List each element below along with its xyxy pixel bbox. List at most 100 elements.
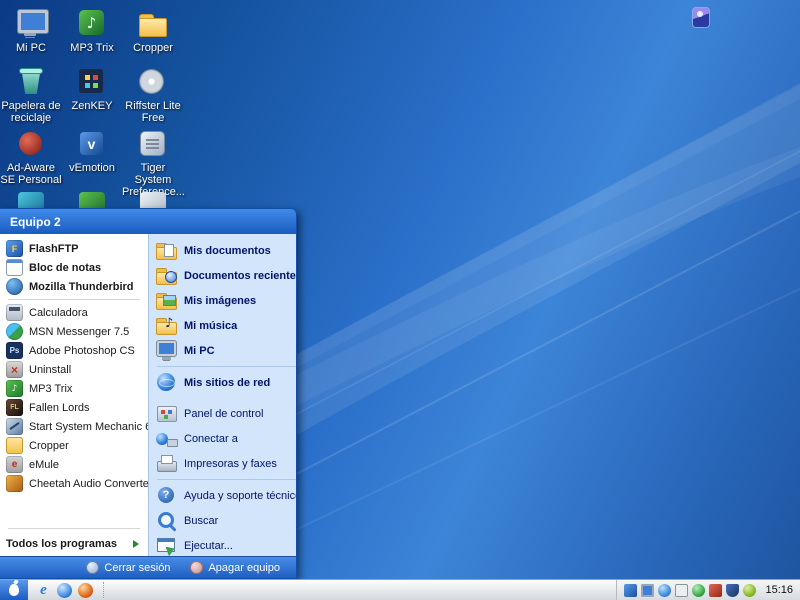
startmenu-item-flashftp[interactable]: FlashFTP [0, 239, 148, 258]
folder-icon [136, 8, 170, 40]
startmenu-item-impresoras-y-faxes[interactable]: Impresoras y faxes [149, 451, 296, 476]
all-programs-arrow-icon [133, 540, 140, 548]
zenkey-icon [75, 66, 109, 98]
menu-item-label: Todos los programas [6, 538, 118, 550]
all-programs-button[interactable]: Todos los programas [0, 532, 148, 556]
startmenu-item-fallen-lords[interactable]: Fallen Lords [0, 398, 148, 417]
startmenu-item-mis-imagenes[interactable]: Mis imágenes [149, 288, 296, 313]
tray-antivirus-icon[interactable] [692, 583, 706, 597]
photoshop-icon [6, 342, 23, 359]
tiger-system-icon [136, 128, 170, 160]
startmenu-item-emule[interactable]: eMule [0, 455, 148, 474]
mp3-trix-icon [75, 8, 109, 40]
menu-item-label: Start System Mechanic 6 [29, 420, 152, 433]
menu-item-label: Documentos recientes [184, 269, 297, 282]
user-accounts-icon[interactable] [693, 8, 709, 27]
desktop-icon-mp3-trix[interactable]: MP3 Trix [61, 8, 123, 54]
desktop-icon-label: MP3 Trix [70, 42, 114, 54]
menu-item-label: Mozilla Thunderbird [29, 280, 134, 293]
desktop-icon-partial[interactable] [136, 190, 170, 208]
startmenu-item-cropper[interactable]: Cropper [0, 436, 148, 455]
startmenu-item-panel-de-control[interactable]: Panel de control [149, 401, 296, 426]
startmenu-item-uninstall[interactable]: Uninstall [0, 360, 148, 379]
menu-item-label: Cropper [29, 439, 69, 452]
tray-display-icon[interactable] [641, 583, 655, 597]
shut-down-button[interactable]: Apagar equipo [190, 561, 280, 574]
desktop-icon-ad-aware[interactable]: Ad-Aware SE Personal [0, 128, 62, 186]
desktop-icon-cropper[interactable]: Cropper [122, 8, 184, 54]
menu-item-label: Impresoras y faxes [184, 457, 277, 470]
desktop-icon-label: Cropper [133, 42, 173, 54]
menu-item-label: Calculadora [29, 306, 88, 319]
browser-globe-icon[interactable] [57, 582, 72, 598]
search-icon [155, 509, 178, 532]
menu-item-label: Ayuda y soporte técnico [184, 489, 297, 502]
desktop-icon-label: Riffster Lite Free [125, 100, 181, 124]
firefox-icon[interactable] [78, 582, 93, 598]
shut-down-icon [190, 561, 204, 574]
run-icon [155, 534, 178, 557]
desktop-icon-mi-pc[interactable]: Mi PC [0, 8, 62, 54]
printers-faxes-icon [155, 452, 178, 475]
menu-item-label: Uninstall [29, 363, 72, 376]
network-places-icon [155, 371, 178, 394]
startmenu-item-thunderbird[interactable]: Mozilla Thunderbird [0, 277, 148, 296]
tray-shield-icon[interactable] [726, 583, 740, 597]
desktop-icon-partial[interactable] [14, 190, 48, 208]
startmenu-item-conectar-a[interactable]: Conectar a [149, 426, 296, 451]
desktop-icon-riffster[interactable]: Riffster Lite Free [122, 66, 184, 124]
system-tray: 15:16 [616, 580, 800, 600]
my-computer-icon [14, 8, 48, 40]
startmenu-item-mp3-trix[interactable]: MP3 Trix [0, 379, 148, 398]
startmenu-item-mi-pc[interactable]: Mi PC [149, 338, 296, 363]
startmenu-item-mis-sitios-de-red[interactable]: Mis sitios de red [149, 370, 296, 395]
recent-documents-icon [155, 264, 178, 287]
internet-explorer-icon[interactable] [36, 583, 51, 598]
calculator-icon [6, 304, 23, 321]
user-name: Equipo 2 [10, 214, 61, 229]
desktop-icon-label: Ad-Aware SE Personal [0, 162, 62, 186]
taskbar-clock[interactable]: 15:16 [765, 584, 793, 596]
log-off-button[interactable]: Cerrar sesión [86, 561, 170, 574]
desktop-icon-vemotion[interactable]: vEmotion [61, 128, 123, 174]
startmenu-item-msn-messenger[interactable]: MSN Messenger 7.5 [0, 322, 148, 341]
startmenu-item-mis-documentos[interactable]: Mis documentos [149, 238, 296, 263]
my-music-icon [155, 314, 178, 337]
emule-icon [6, 456, 23, 473]
desktop-icon-partial[interactable] [75, 190, 109, 208]
fallen-lords-icon [6, 399, 23, 416]
tray-update-icon[interactable] [743, 583, 757, 597]
flashftp-icon [6, 240, 23, 257]
startmenu-item-ayuda-y-soporte[interactable]: Ayuda y soporte técnico [149, 483, 297, 508]
tray-network-icon[interactable] [624, 583, 638, 597]
startmenu-item-cheetah-converter[interactable]: Cheetah Audio Converter [0, 474, 153, 493]
my-computer-icon [155, 339, 178, 362]
msn-messenger-icon [6, 323, 23, 340]
startmenu-item-photoshop[interactable]: Adobe Photoshop CS [0, 341, 148, 360]
tray-messenger-icon[interactable] [658, 583, 672, 597]
desktop-icon-zenkey[interactable]: ZenKEY [61, 66, 123, 112]
start-button[interactable] [0, 580, 28, 600]
apple-logo-icon [9, 584, 19, 596]
uninstall-icon [6, 361, 23, 378]
menu-separator [8, 528, 140, 529]
desktop-icon-tiger-system[interactable]: Tiger System Preference... [122, 128, 185, 198]
startmenu-item-bloc-de-notas[interactable]: Bloc de notas [0, 258, 148, 277]
startmenu-item-calculadora[interactable]: Calculadora [0, 303, 148, 322]
startmenu-item-documentos-recientes[interactable]: Documentos recientes [149, 263, 297, 288]
start-menu-footer: Cerrar sesión Apagar equipo [0, 556, 296, 578]
desktop-icon-label: ZenKEY [71, 100, 113, 112]
connect-to-icon [155, 427, 178, 450]
startmenu-item-ejecutar[interactable]: Ejecutar... [149, 533, 296, 558]
help-support-icon [155, 484, 178, 507]
desktop-icon-papelera[interactable]: Papelera de reciclaje [0, 66, 62, 124]
cheetah-converter-icon [6, 475, 23, 492]
tray-volume-icon[interactable] [675, 583, 689, 597]
tray-emule-icon[interactable] [709, 583, 723, 597]
startmenu-item-mi-musica[interactable]: Mi música [149, 313, 296, 338]
shut-down-label: Apagar equipo [208, 561, 280, 574]
ad-aware-icon [14, 128, 48, 160]
startmenu-item-buscar[interactable]: Buscar [149, 508, 296, 533]
startmenu-item-system-mechanic[interactable]: Start System Mechanic 6 [0, 417, 152, 436]
log-off-label: Cerrar sesión [104, 561, 171, 574]
